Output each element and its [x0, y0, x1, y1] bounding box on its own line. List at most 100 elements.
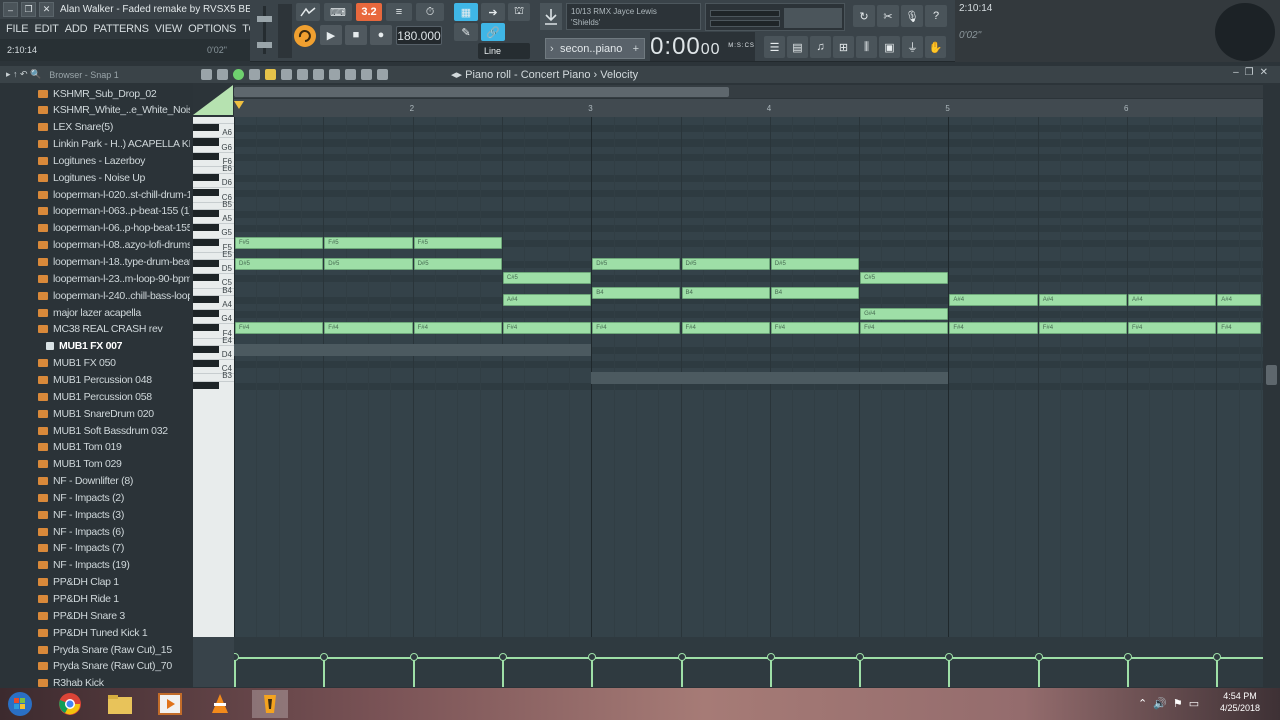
note[interactable]: F#5 [324, 236, 413, 249]
target-icon[interactable] [249, 69, 260, 80]
restore-button[interactable]: ❐ [21, 2, 36, 17]
velocity-handle[interactable] [320, 653, 329, 661]
browser-item[interactable]: MUB1 Percussion 058 [38, 388, 190, 405]
close-button[interactable]: ✕ [39, 2, 54, 17]
note[interactable]: A#4 [1038, 293, 1127, 306]
menu-add[interactable]: ADD [65, 23, 88, 35]
pencil-tool-button[interactable]: ✎ [454, 23, 478, 41]
horizontal-scrollbar[interactable] [234, 85, 1263, 98]
browser-item[interactable]: looperman-l-020..st-chill-drum-1 [38, 186, 190, 203]
project-button[interactable]: ▣ [879, 36, 900, 58]
note[interactable]: B4 [770, 286, 860, 299]
taskbar-clock[interactable]: 4:54 PM 4/25/2018 [1210, 690, 1270, 714]
browser-item[interactable]: looperman-l-063..p-beat-155 (1) [38, 203, 190, 220]
select-icon[interactable] [345, 69, 356, 80]
browser-item[interactable]: MUB1 Percussion 048 [38, 371, 190, 388]
browser-item[interactable]: Logitunes - Lazerboy [38, 152, 190, 169]
play-cursor-icon[interactable] [233, 69, 244, 80]
minimize-button[interactable]: – [3, 2, 18, 17]
note[interactable]: B4 [681, 286, 770, 299]
velocity-handle[interactable] [1034, 653, 1043, 661]
browser-item[interactable]: Linkin Park - H..) ACAPELLA KING [38, 136, 190, 153]
browser-item[interactable]: NF - Impacts (19) [38, 557, 190, 574]
pattern-song-toggle[interactable] [296, 3, 320, 21]
velocity-stem[interactable] [412, 657, 415, 687]
velocity-lane[interactable] [234, 637, 1263, 687]
menu-options[interactable]: OPTIONS [188, 23, 236, 35]
delete-icon[interactable] [297, 69, 308, 80]
black-key[interactable] [193, 174, 219, 182]
browser-item[interactable]: LEX Snare(5) [38, 119, 190, 136]
black-key[interactable] [193, 209, 219, 218]
black-key[interactable] [193, 124, 219, 132]
explorer-taskbar-button[interactable] [102, 690, 138, 718]
metronome-button[interactable]: ⏱ [416, 3, 444, 21]
note[interactable]: G#4 [860, 308, 949, 321]
browser-item[interactable]: Pryda Snare (Raw Cut)_15 [38, 641, 190, 658]
note[interactable]: A#4 [502, 293, 592, 306]
browser-item[interactable]: NF - Impacts (2) [38, 489, 190, 506]
note[interactable]: F#4 [949, 322, 1038, 335]
note[interactable]: F#4 [592, 322, 681, 335]
piano-keyboard[interactable]: A6 G6 F6 E6 D6 C6 B5 A5 G5 F5 E5 D5 C5 B4 A4 G4 F4 E4 D4 C4… [193, 117, 234, 637]
velocity-handle[interactable] [588, 653, 597, 661]
velocity-handle[interactable] [945, 653, 954, 661]
velocity-stem[interactable] [859, 657, 862, 687]
menu-view[interactable]: VIEW [155, 23, 183, 35]
velocity-stem[interactable] [1216, 657, 1219, 687]
black-key[interactable] [193, 360, 219, 368]
browser-item[interactable]: Pryda Snare (Raw Cut)_70 [38, 658, 190, 675]
menu-file[interactable]: FILE [6, 23, 29, 35]
note[interactable]: F#4 [413, 322, 502, 335]
note[interactable]: F#4 [1128, 322, 1217, 335]
song-position[interactable]: 0:0000 M:S:CS [650, 32, 755, 61]
brush-icon[interactable] [281, 69, 292, 80]
browser-item[interactable]: MC38 REAL CRASH rev [38, 321, 190, 338]
master-pitch-slider[interactable] [278, 4, 292, 58]
vlc-taskbar-button[interactable] [202, 690, 238, 718]
note[interactable]: D#5 [235, 258, 324, 270]
tempo-display[interactable]: 180.000 [396, 26, 442, 45]
piano-roll-window-controls[interactable]: –❐✕ [1233, 67, 1274, 78]
undo-history-button[interactable]: ↻ [853, 5, 875, 27]
browser-nav-icon[interactable]: ▸ ↑ ↶ 🔍 [6, 69, 41, 80]
velocity-stem[interactable] [1127, 657, 1129, 687]
velocity-stem[interactable] [680, 657, 683, 687]
black-key[interactable] [193, 274, 219, 282]
note[interactable]: F#4 [770, 322, 860, 335]
velocity-handle[interactable] [234, 653, 239, 661]
browser-item[interactable]: looperman-l-240..chill-bass-loop [38, 287, 190, 304]
note[interactable]: F#5 [413, 236, 502, 249]
piano-roll-button[interactable]: ♫ [810, 36, 831, 58]
cut-button[interactable]: ✂ [877, 5, 899, 27]
piano-roll-snap-button[interactable]: ▦ [454, 3, 478, 21]
black-key[interactable] [193, 295, 219, 303]
menu-patterns[interactable]: PATTERNS [93, 23, 149, 35]
black-key[interactable] [193, 324, 219, 332]
zoom-icon[interactable] [361, 69, 372, 80]
black-key[interactable] [193, 260, 219, 268]
velocity-handle[interactable] [766, 653, 775, 661]
note[interactable]: F#5 [235, 236, 324, 249]
note[interactable]: A#4 [1217, 293, 1261, 306]
velocity-stem[interactable] [234, 657, 236, 687]
browser-item[interactable]: looperman-l-18..type-drum-beat [38, 254, 190, 271]
browser-item[interactable]: PP&DH Tuned Kick 1 [38, 624, 190, 641]
note[interactable]: A#4 [1128, 293, 1217, 306]
browser-item[interactable]: MUB1 FX 007 [46, 338, 193, 355]
velocity-stem[interactable] [1037, 657, 1040, 687]
menu-edit[interactable]: EDIT [34, 23, 58, 35]
note[interactable]: F#4 [681, 322, 770, 335]
menu-arrow-icon[interactable] [201, 69, 212, 80]
timeline-ruler[interactable]: 2 3 4 5 6 [234, 99, 1263, 117]
performance-button[interactable]: ✋ [925, 36, 946, 58]
browser-item[interactable]: PP&DH Clap 1 [38, 574, 190, 591]
browser-item[interactable]: MUB1 Tom 019 [38, 439, 190, 456]
browser-item[interactable]: looperman-l-23..m-loop-90-bpm [38, 270, 190, 287]
stamp-button[interactable]: ⛫ [508, 3, 530, 21]
pattern-selector[interactable]: › secon..piano + [545, 38, 645, 59]
black-key[interactable] [193, 381, 219, 389]
play-button[interactable]: ▶ [320, 25, 342, 45]
note-grid[interactable]: F#5 F#5 F#5 D#5 D#5 D#5 D#5 D#5 D#5 C#5 C#5 B4 B4 B4 A… [234, 117, 1263, 637]
note[interactable]: F#4 [324, 322, 413, 335]
